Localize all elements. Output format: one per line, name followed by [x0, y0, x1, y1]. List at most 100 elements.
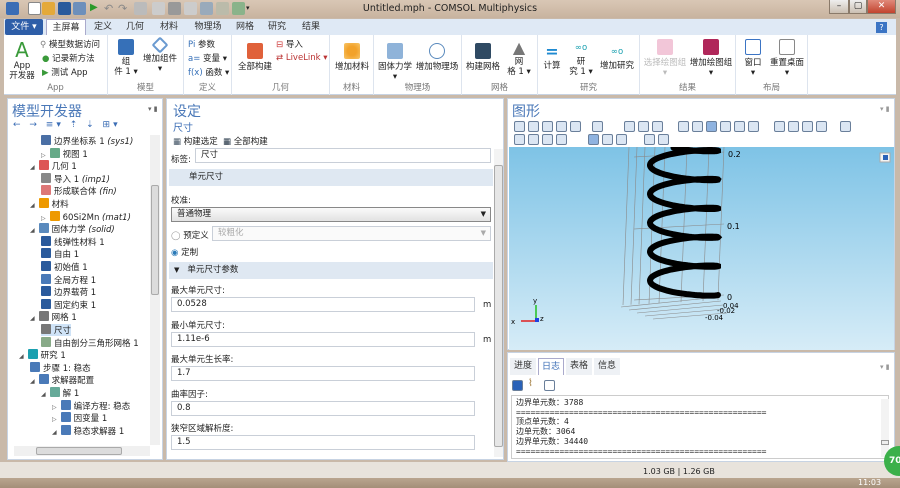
duplicate-icon[interactable] [168, 2, 181, 15]
label-input[interactable]: 尺寸 [195, 148, 491, 163]
redo-icon[interactable]: ↷ [118, 2, 131, 15]
paste-icon[interactable] [152, 2, 165, 15]
record-method-button[interactable]: ● 记录新方法 [42, 52, 95, 64]
hide-boundaries-icon[interactable] [720, 121, 731, 132]
add-study-button[interactable]: ∞o 增加研究 [596, 43, 638, 71]
select-domain-icon[interactable] [774, 121, 785, 132]
build-all-settings-button[interactable]: ▦ 全部构建 [223, 135, 268, 147]
expand-toggle-icon[interactable]: ▷ [41, 215, 46, 222]
view-xy-icon[interactable] [624, 121, 635, 132]
functions-button[interactable]: f(x) 函数 ▾ [188, 66, 229, 78]
calibration-select[interactable]: 普通物理 ▼ [171, 207, 491, 222]
log-tab[interactable]: 信息 [594, 358, 620, 375]
tree-item[interactable]: 边界载荷 1 [41, 286, 96, 298]
clear-broom-icon[interactable]: ⌇ [528, 378, 533, 389]
tree-item[interactable]: 线弹性材料 1 [41, 235, 105, 248]
view-zx-icon[interactable] [652, 121, 663, 132]
zoom-in-icon[interactable] [514, 121, 525, 132]
build-selected-button[interactable]: ▦ 构建选定 [173, 135, 218, 147]
copy-icon[interactable] [134, 2, 147, 15]
view-yz-icon[interactable] [638, 121, 649, 132]
wireframe-icon[interactable] [692, 121, 703, 132]
settings-scrollbar[interactable] [494, 149, 503, 457]
expand-toggle-icon[interactable]: ▷ [52, 404, 57, 411]
add-physics-button[interactable]: 增加物理场 [414, 43, 460, 72]
graphics-canvas[interactable]: 0.2 0.1 0 0.04 -0.02 -0.04 x y z [509, 147, 894, 350]
axis-orientation-icon[interactable] [592, 121, 603, 132]
hide-grid-icon[interactable] [840, 121, 851, 132]
tree-toolbar[interactable]: ← → ≡▾ ⇡ ⇣ ⊞▾ [13, 120, 121, 130]
panel-menu-icon[interactable]: ▾ ▮ [880, 105, 890, 113]
scene-light-icon[interactable] [514, 134, 525, 145]
reset-desktop-button[interactable]: 重置桌面 ▾ [768, 39, 806, 78]
param-input[interactable]: 1.5 [171, 435, 475, 450]
render-mode-icon[interactable] [542, 134, 553, 145]
expand-toggle-icon[interactable]: ◢ [30, 378, 35, 385]
new-file-icon[interactable] [28, 2, 41, 15]
tab-study[interactable]: 研究 [262, 19, 292, 35]
log-tab[interactable]: 表格 [566, 358, 592, 375]
select-box-icon[interactable] [802, 121, 813, 132]
tab-physics[interactable]: 物理场 [188, 19, 228, 35]
mesh1-button[interactable]: ▲ 网 格 1 ▾ [504, 39, 534, 78]
select-icon[interactable] [200, 2, 213, 15]
test-app-button[interactable]: ▶ 测试 App [42, 66, 88, 78]
expand-toggle-icon[interactable]: ◢ [30, 227, 35, 234]
add-plot-group-button[interactable]: 增加绘图组 ▾ [688, 39, 734, 78]
reset-view-icon[interactable] [556, 134, 567, 145]
tab-home[interactable]: 主屏幕 [46, 19, 86, 35]
component-button[interactable]: 组 件 1 ▾ [114, 39, 138, 77]
save-icon[interactable] [58, 2, 71, 15]
parameters-button[interactable]: Pi 参数 [188, 38, 215, 50]
windows-button[interactable]: 窗口 ▾ [738, 39, 768, 78]
tree-item[interactable]: 全局方程 1 [41, 273, 96, 286]
log-tab[interactable]: 进度 [510, 358, 536, 375]
tree-item[interactable]: 初始值 1 [41, 261, 88, 273]
select-plot-group-button[interactable]: 选择绘图组 ▾ [642, 39, 688, 78]
select-all-icon[interactable] [602, 134, 613, 145]
tab-geometry[interactable]: 几何 [120, 19, 150, 35]
tree-item[interactable]: ◢ 材料 [30, 198, 69, 210]
tree-item[interactable]: ▷ 因变量 1 [52, 412, 107, 424]
tree-item[interactable]: 边界坐标系 1 (sys1) [41, 135, 133, 147]
help-button[interactable]: ? [876, 22, 887, 33]
add-material-button[interactable]: 增加材料 [332, 43, 372, 72]
tree-item[interactable]: ◢ 固体力学 (solid) [30, 223, 115, 235]
model-data-access-button[interactable]: ⚲ 模型数据访问 [40, 38, 100, 50]
transparency-icon[interactable] [678, 121, 689, 132]
zoom-extents-icon[interactable] [570, 121, 581, 132]
tree-vertical-scrollbar[interactable] [150, 135, 160, 445]
select-point-icon[interactable] [816, 121, 827, 132]
open-folder-icon[interactable] [42, 2, 55, 15]
tree-item[interactable]: 尺寸 [41, 324, 72, 336]
hide-selected-icon[interactable] [748, 121, 759, 132]
compute-button[interactable]: = 计算 [540, 43, 564, 72]
zoom-select-icon[interactable] [232, 2, 245, 15]
close-button[interactable]: ✕ [867, 0, 896, 14]
run-icon[interactable]: ▶ [90, 2, 103, 15]
tab-results[interactable]: 结果 [296, 19, 326, 35]
delete-icon[interactable] [184, 2, 197, 15]
zoom-center-icon[interactable] [556, 121, 567, 132]
section-element-size-parameters[interactable]: ▼ 单元尺寸参数 [169, 262, 493, 279]
hide-edges-icon[interactable] [734, 121, 745, 132]
tree-item[interactable]: 步骤 1: 稳态 [30, 361, 91, 374]
select-boundary-icon[interactable] [788, 121, 799, 132]
tree-item[interactable]: ◢ 研究 1 [19, 349, 66, 361]
tab-definitions[interactable]: 定义 [88, 19, 118, 35]
log-scrollbar[interactable] [881, 399, 889, 457]
param-input[interactable]: 0.8 [171, 400, 475, 416]
expand-toggle-icon[interactable]: ◢ [30, 315, 35, 322]
tree-item[interactable]: 固定约束 1 [41, 298, 96, 311]
variables-button[interactable]: a= 变量 ▾ [188, 52, 227, 64]
param-input[interactable]: 1.11e-6 [171, 331, 475, 347]
expand-toggle-icon[interactable]: ◢ [41, 391, 46, 398]
tree-item[interactable]: 导入 1 (imp1) [41, 172, 110, 185]
tree-item[interactable]: ▷ 编译方程: 稳态 [52, 399, 130, 412]
param-input[interactable]: 1.7 [171, 366, 475, 381]
tree-item[interactable]: 自由剖分三角形网格 1 [41, 336, 139, 349]
tree-item[interactable]: 自由 1 [41, 248, 79, 260]
tree-item[interactable]: ◢ 稳态求解器 1 [52, 424, 124, 437]
quick-access-dropdown-icon[interactable]: ▾ [246, 4, 250, 12]
deselect-icon[interactable] [616, 134, 627, 145]
